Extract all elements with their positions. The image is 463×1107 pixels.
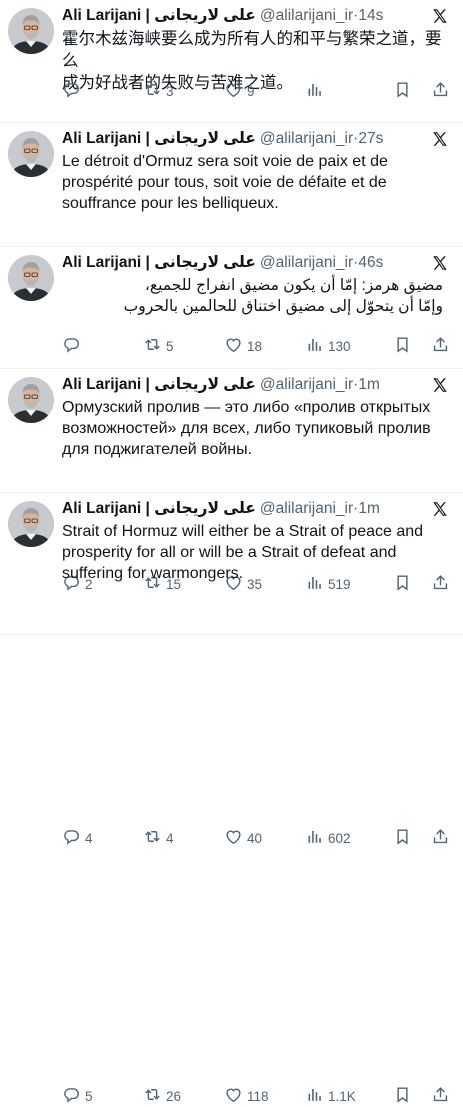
- avatar[interactable]: [8, 377, 54, 423]
- bookmark-button[interactable]: [393, 827, 412, 849]
- like-count: 9: [247, 83, 255, 99]
- reply-count: 5: [85, 1088, 93, 1104]
- heart-icon: [224, 1085, 243, 1107]
- views-icon: [305, 1085, 324, 1107]
- reply-icon: [62, 827, 81, 849]
- views-button[interactable]: 602: [305, 827, 351, 849]
- bookmark-button[interactable]: [393, 80, 412, 102]
- tweet-header: Ali Larijani | علی لاریجانی @alilarijani_…: [62, 375, 433, 395]
- tweet-text: Ормузский пролив — это либо «пролив откр…: [62, 399, 431, 458]
- avatar[interactable]: [8, 255, 54, 301]
- tweet-header: Ali Larijani | علی لاریجانی @alilarijani_…: [62, 253, 433, 273]
- views-count: 1.1K: [328, 1088, 356, 1104]
- tweet-timestamp[interactable]: 46s: [358, 253, 383, 273]
- x-logo-icon: [431, 376, 449, 394]
- share-icon: [431, 80, 450, 102]
- author-name[interactable]: Ali Larijani | علی لاریجانی: [62, 6, 256, 26]
- tweet[interactable]: Ali Larijani | علی لاریجانی @alilarijani_…: [0, 0, 463, 123]
- retweet-count: 3: [166, 83, 174, 99]
- bookmark-icon: [393, 1085, 412, 1107]
- tweet-text: Strait of Hormuz will either be a Strait…: [62, 523, 424, 582]
- tweet[interactable]: Ali Larijani | علی لاریجانی @alilarijani_…: [0, 123, 463, 354]
- retweet-button[interactable]: 3: [143, 80, 174, 102]
- retweet-button[interactable]: 4: [143, 827, 174, 849]
- author-handle[interactable]: @alilarijani_ir: [260, 129, 353, 149]
- tweet[interactable]: Ali Larijani | علی لاریجانی @alilarijani_…: [0, 247, 463, 592]
- tweet-header: Ali Larijani | علی لاریجانی @alilarijani_…: [62, 499, 433, 519]
- bookmark-icon: [393, 827, 412, 849]
- author-handle[interactable]: @alilarijani_ir: [260, 375, 353, 395]
- views-count: 602: [328, 830, 351, 846]
- tweet-actions: 39: [62, 80, 449, 102]
- share-icon: [431, 1085, 450, 1107]
- reply-button[interactable]: [62, 80, 85, 102]
- heart-icon: [224, 80, 243, 102]
- heart-icon: [224, 827, 243, 849]
- author-handle[interactable]: @alilarijani_ir: [260, 6, 353, 26]
- views-button[interactable]: [305, 80, 328, 102]
- bookmark-button[interactable]: [393, 1085, 412, 1107]
- tweet-timestamp[interactable]: 1m: [358, 499, 380, 519]
- share-button[interactable]: [431, 827, 450, 849]
- x-logo-icon: [431, 130, 449, 148]
- tweet-text: Le détroit d'Ormuz sera soit voie de pai…: [62, 153, 388, 212]
- share-icon: [431, 827, 450, 849]
- reply-count: 4: [85, 830, 93, 846]
- tweet-timestamp[interactable]: 14s: [358, 6, 383, 26]
- reply-button[interactable]: 4: [62, 827, 93, 849]
- like-count: 40: [247, 830, 263, 846]
- retweet-count: 4: [166, 830, 174, 846]
- tweet-header: Ali Larijani | علی لاریجانی @alilarijani_…: [62, 129, 433, 149]
- retweet-count: 26: [166, 1088, 182, 1104]
- author-name[interactable]: Ali Larijani | علی لاریجانی: [62, 499, 256, 519]
- author-name[interactable]: Ali Larijani | علی لاریجانی: [62, 129, 256, 149]
- retweet-icon: [143, 1085, 162, 1107]
- tweet-actions: 4 4 40 602: [62, 827, 449, 849]
- like-button[interactable]: 40: [224, 827, 262, 849]
- like-button[interactable]: 118: [224, 1085, 269, 1107]
- like-count: 118: [247, 1088, 269, 1104]
- bookmark-icon: [393, 80, 412, 102]
- avatar[interactable]: [8, 501, 54, 547]
- tweet-header: Ali Larijani | علی لاریجانی @alilarijani_…: [62, 6, 433, 26]
- tweet[interactable]: Ali Larijani | علی لاریجانی @alilarijani_…: [0, 369, 463, 846]
- views-icon: [305, 827, 324, 849]
- author-handle[interactable]: @alilarijani_ir: [260, 253, 353, 273]
- views-icon: [305, 80, 324, 102]
- author-name[interactable]: Ali Larijani | علی لاریجانی: [62, 375, 256, 395]
- author-handle[interactable]: @alilarijani_ir: [260, 499, 353, 519]
- tweet[interactable]: Ali Larijani | علی لاریجانی @alilarijani_…: [0, 493, 463, 1104]
- retweet-icon: [143, 827, 162, 849]
- avatar[interactable]: [8, 131, 54, 177]
- views-button[interactable]: 1.1K: [305, 1085, 356, 1107]
- share-button[interactable]: [431, 80, 450, 102]
- x-logo-icon: [431, 7, 449, 25]
- tweet-actions: 5 26 118 1.1K: [62, 1085, 449, 1107]
- x-logo-icon: [431, 254, 449, 272]
- reply-button[interactable]: 5: [62, 1085, 93, 1107]
- share-button[interactable]: [431, 1085, 450, 1107]
- tweet-text: مضيق هرمز: إمّا أن يكون مضيق انفراج للجم…: [123, 277, 443, 315]
- x-logo-icon: [431, 500, 449, 518]
- retweet-icon: [143, 80, 162, 102]
- avatar[interactable]: [8, 8, 54, 54]
- reply-icon: [62, 1085, 81, 1107]
- like-button[interactable]: 9: [224, 80, 255, 102]
- author-name[interactable]: Ali Larijani | علی لاریجانی: [62, 253, 256, 273]
- tweet-timestamp[interactable]: 27s: [358, 129, 383, 149]
- retweet-button[interactable]: 26: [143, 1085, 181, 1107]
- reply-icon: [62, 80, 81, 102]
- tweet-timestamp[interactable]: 1m: [358, 375, 380, 395]
